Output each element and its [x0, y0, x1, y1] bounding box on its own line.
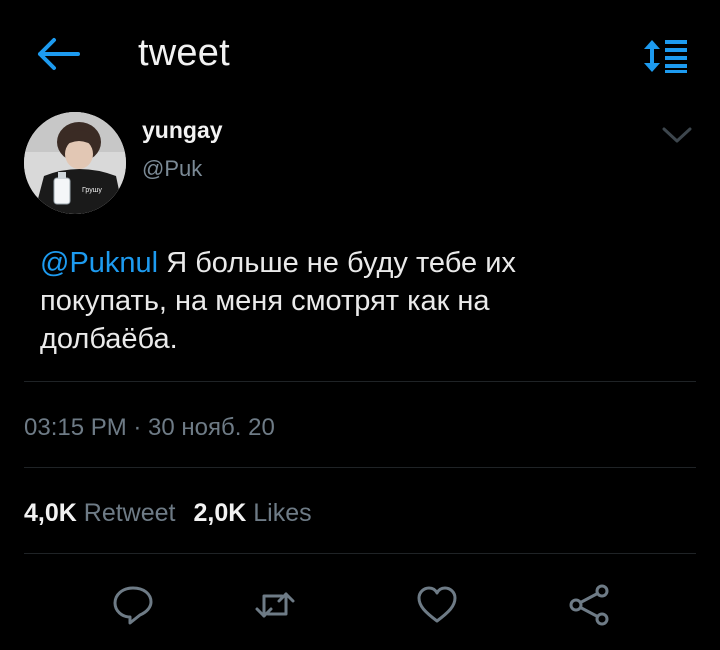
share-icon	[569, 584, 609, 626]
share-button[interactable]	[566, 582, 612, 628]
likes-label: Likes	[253, 499, 312, 527]
retweets-label: Retweet	[83, 499, 176, 527]
like-button[interactable]	[414, 582, 460, 628]
back-button[interactable]	[32, 34, 82, 74]
tweet-text: @Puknul Я больше не буду тебе их покупат…	[40, 244, 690, 358]
retweet-icon	[255, 592, 295, 618]
reply-icon	[113, 586, 153, 625]
more-options-button[interactable]	[660, 122, 694, 148]
likes-count: 2,0K	[193, 499, 247, 527]
tweet-text-line-3: долбаёба.	[40, 323, 178, 355]
tweet-stats: 4,0K Retweet 2,0K Likes	[24, 499, 330, 528]
author-handle[interactable]: @Puk	[142, 156, 202, 182]
heart-icon	[417, 586, 457, 623]
retweets-count: 4,0K	[24, 499, 77, 527]
top-bar: tweet	[0, 0, 720, 110]
author-name[interactable]: yungay	[142, 117, 223, 144]
avatar-photo: Грушу	[24, 112, 126, 214]
chevron-down-icon	[662, 127, 692, 143]
page-title: tweet	[138, 32, 230, 74]
likes-stat[interactable]: 2,0K Likes	[193, 499, 329, 527]
avatar-caption: Грушу	[82, 187, 102, 194]
sort-icon	[644, 40, 687, 73]
retweets-stat[interactable]: 4,0K Retweet	[24, 499, 193, 527]
arrow-left-icon	[38, 38, 80, 70]
reply-button[interactable]	[110, 582, 156, 628]
divider	[24, 381, 696, 382]
divider	[24, 553, 696, 554]
tweet-text-line-1: Я больше не буду тебе их	[166, 247, 516, 279]
tweet-timestamp: 03:15 PM · 30 нояб. 20	[24, 414, 275, 441]
mention-link[interactable]: @Puknul	[40, 247, 158, 279]
sort-button[interactable]	[640, 36, 692, 76]
divider	[24, 467, 696, 468]
avatar[interactable]: Грушу	[24, 112, 126, 214]
tweet-text-line-2: покупать, на меня смотрят как на	[40, 285, 490, 317]
retweet-button[interactable]	[252, 582, 298, 628]
